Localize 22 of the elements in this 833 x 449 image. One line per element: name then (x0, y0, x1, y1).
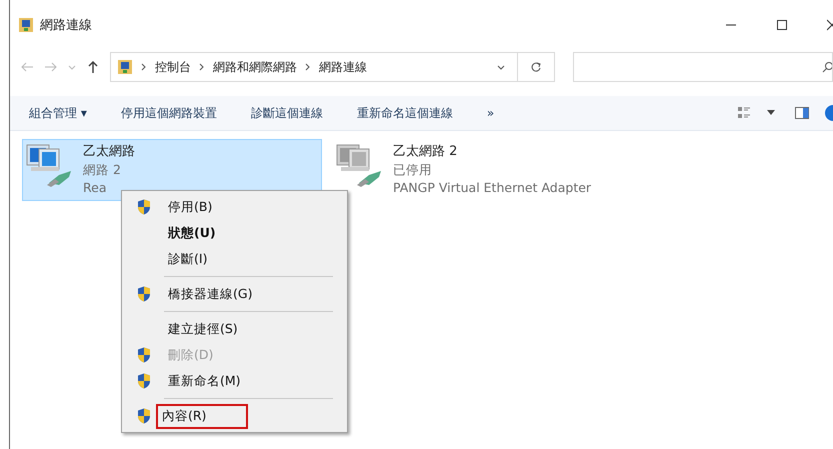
toolbar-button[interactable]: 停用這個網路裝置 (112, 100, 226, 126)
menu-item[interactable]: 建立捷徑(S) (124, 316, 345, 342)
toolbar-button[interactable]: 組合管理 ▾ (20, 100, 96, 126)
toolbar-button[interactable]: 診斷這個連線 (242, 100, 332, 126)
menu-item[interactable]: 狀態(U) (124, 220, 345, 246)
breadcrumb-item[interactable]: 控制台 (155, 58, 191, 76)
menu-item[interactable]: 內容(R) (124, 403, 345, 429)
menu-item[interactable]: 重新命名(M) (124, 368, 345, 394)
breadcrumb-item[interactable]: 網路和網際網路 (213, 58, 297, 76)
breadcrumb-item[interactable]: 網路連線 (319, 58, 367, 76)
adapter-name: 乙太網路 (83, 143, 135, 161)
toolbar-button[interactable]: 重新命名這個連線 (348, 100, 462, 126)
adapter-network: 已停用 (393, 161, 433, 179)
toolbar-button[interactable]: » (478, 102, 504, 124)
menu-item[interactable]: 診斷(I) (124, 246, 345, 272)
address-bar[interactable]: 控制台 網路和網際網路 網路連線 (110, 52, 555, 82)
adapter-device: PANGP Virtual Ethernet Adapter (393, 179, 592, 197)
menu-item[interactable]: 橋接器連線(G) (124, 281, 345, 307)
adapter-name: 乙太網路 2 (393, 143, 458, 161)
adapter-device: Rea (83, 179, 108, 197)
adapter-network: 網路 2 (83, 161, 122, 179)
window-title: 網路連線 (40, 17, 92, 34)
